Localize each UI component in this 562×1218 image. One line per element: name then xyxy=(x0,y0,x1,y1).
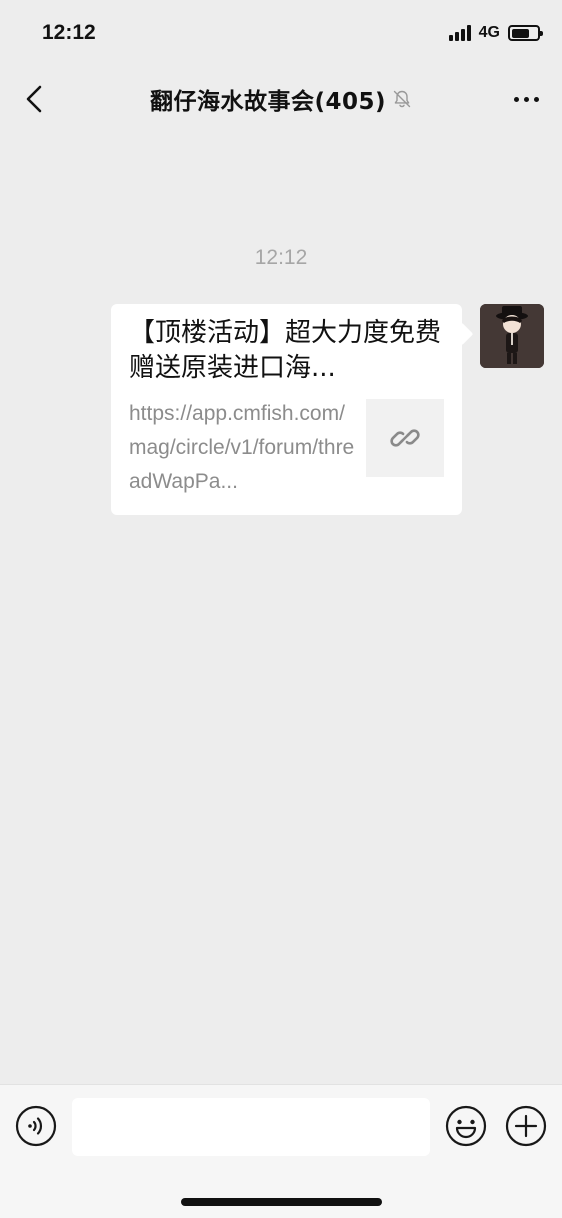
home-indicator xyxy=(181,1198,382,1206)
mute-bell-icon xyxy=(392,89,412,109)
message-timestamp: 12:12 xyxy=(254,246,308,269)
emoji-icon xyxy=(445,1105,487,1147)
more-actions-button[interactable] xyxy=(505,1105,547,1147)
voice-button[interactable] xyxy=(15,1105,57,1147)
message-input[interactable] xyxy=(72,1098,430,1156)
status-indicators: 4G xyxy=(448,24,543,42)
status-bar: 12:12 4G xyxy=(0,0,562,66)
signal-icon xyxy=(448,25,471,41)
more-dot xyxy=(523,96,529,102)
status-time: 12:12 xyxy=(42,21,96,44)
network-type: 4G xyxy=(478,24,500,41)
input-bar xyxy=(0,1084,562,1218)
avatar[interactable] xyxy=(480,304,544,368)
voice-icon xyxy=(15,1105,57,1147)
nav-bar: 翻仔海水故事会(405) xyxy=(0,66,562,132)
battery-icon xyxy=(508,25,543,41)
link-card-thumbnail xyxy=(366,399,444,477)
message-row: 【顶楼活动】超大力度免费赠送原装进口海... https://app.cmfis… xyxy=(111,304,544,515)
link-card-body: https://app.cmfish.com/mag/circle/v1/for… xyxy=(129,397,444,499)
link-card-message[interactable]: 【顶楼活动】超大力度免费赠送原装进口海... https://app.cmfis… xyxy=(111,304,462,515)
emoji-button[interactable] xyxy=(445,1105,487,1147)
link-icon xyxy=(390,429,420,447)
chevron-left-icon xyxy=(26,85,42,113)
plus-circle-icon xyxy=(505,1105,547,1147)
more-button[interactable] xyxy=(504,79,548,119)
back-button[interactable] xyxy=(14,79,54,119)
more-dot xyxy=(513,96,519,102)
more-dot xyxy=(533,96,539,102)
link-card-title: 【顶楼活动】超大力度免费赠送原装进口海... xyxy=(129,318,442,383)
chat-title: 翻仔海水故事会(405) xyxy=(149,89,387,115)
link-card-url: https://app.cmfish.com/mag/circle/v1/for… xyxy=(129,402,355,493)
